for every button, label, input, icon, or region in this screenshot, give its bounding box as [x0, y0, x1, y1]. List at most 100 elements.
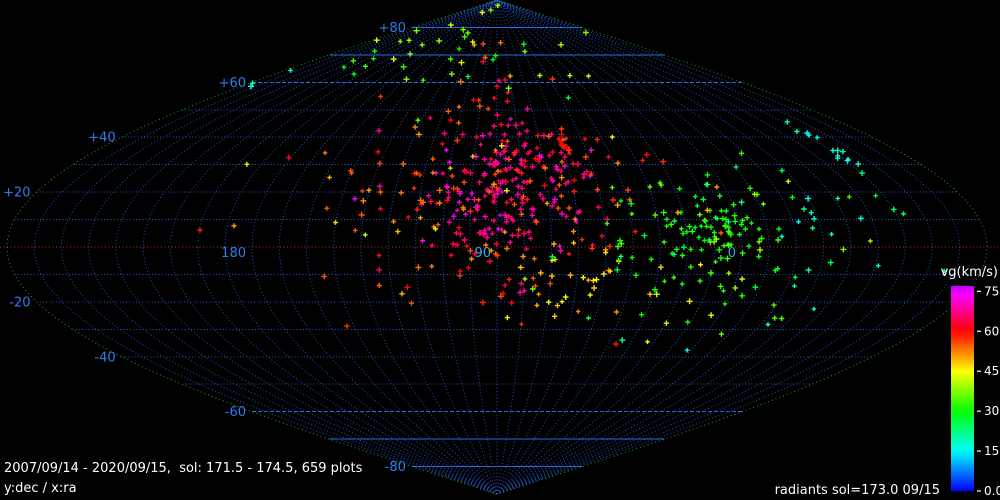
radiant-point — [582, 154, 589, 160]
radiant-point — [564, 214, 569, 219]
radiant-sky-map: +80+60+40+20-20-40-60-8018090027075.060.… — [0, 0, 1000, 500]
radiant-point — [717, 193, 723, 199]
radiant-point — [647, 291, 653, 297]
radiant-point — [476, 103, 483, 110]
radiant-point — [613, 309, 620, 315]
radiant-point — [464, 243, 470, 249]
radiant-point — [565, 95, 571, 101]
radiant-point — [641, 232, 648, 239]
radiant-point — [700, 196, 707, 203]
radiant-point — [664, 216, 670, 222]
radiant-point — [360, 197, 367, 204]
dec-axis-label: +40 — [88, 131, 115, 146]
radiant-point — [604, 221, 610, 226]
radiant-point — [779, 167, 785, 174]
grid-meridian — [496, 0, 661, 495]
radiant-point — [509, 300, 515, 306]
radiant-point — [684, 347, 690, 353]
dec-axis-label: +20 — [3, 186, 30, 201]
radiant-point — [660, 209, 667, 216]
radiant-point — [430, 170, 436, 176]
radiant-point — [536, 292, 541, 297]
radiant-point — [448, 252, 454, 258]
radiant-point — [426, 193, 432, 199]
radiant-point — [443, 183, 450, 190]
radiant-point — [413, 27, 420, 34]
dec-axis-label: -20 — [9, 295, 30, 310]
radiant-point — [855, 161, 861, 167]
radiant-point — [615, 160, 621, 166]
radiant-point — [679, 281, 685, 287]
radiant-point — [723, 208, 729, 214]
radiant-point — [376, 128, 382, 134]
radiant-point — [708, 224, 714, 230]
radiant-point — [497, 212, 503, 218]
radiant-point — [435, 222, 441, 227]
radiant-point — [529, 286, 536, 292]
radiant-point — [519, 120, 525, 126]
radiant-point — [463, 212, 468, 217]
radiant-point — [288, 68, 293, 73]
radiant-point — [610, 185, 615, 190]
radiant-point — [554, 303, 560, 309]
radiant-point — [324, 205, 330, 211]
radiant-point — [450, 241, 456, 247]
radiant-point — [643, 151, 650, 158]
colorbar-tick-label: 45.0 — [984, 364, 1000, 378]
radiant-point — [749, 220, 754, 226]
radiant-point — [661, 239, 667, 245]
radiant-point — [811, 216, 817, 222]
radiant-point — [606, 154, 611, 160]
radiant-point — [604, 216, 610, 222]
radiant-point — [739, 276, 745, 282]
radiant-point — [395, 228, 401, 235]
radiant-point — [486, 226, 492, 232]
radiant-point — [663, 320, 670, 326]
radiant-point — [504, 200, 510, 206]
radiant-point — [244, 161, 250, 167]
radiant-point — [372, 48, 378, 54]
radiant-point — [507, 73, 513, 79]
radiant-point — [789, 194, 795, 200]
radiant-point — [571, 188, 578, 195]
radiant-point — [466, 265, 471, 271]
radiant-point — [537, 72, 543, 79]
radiant-point — [529, 212, 535, 218]
radiant-point — [482, 213, 488, 220]
radiant-point — [601, 271, 607, 277]
radiant-point — [412, 186, 417, 191]
radiant-point — [739, 250, 746, 256]
radiant-point — [541, 182, 548, 189]
radiant-point — [445, 108, 452, 115]
radiant-point — [518, 206, 524, 213]
radiant-point — [375, 149, 381, 155]
radiant-point — [457, 272, 463, 279]
radiant-point — [617, 237, 624, 244]
radiant-point — [506, 277, 512, 282]
radiant-point — [744, 215, 750, 221]
radiant-point — [591, 285, 598, 291]
radiant-point — [502, 282, 508, 288]
radiant-point — [448, 166, 453, 171]
radiant-point — [520, 253, 526, 260]
radiant-point — [494, 111, 501, 118]
radiant-point — [562, 294, 569, 300]
radiant-point — [358, 211, 365, 218]
radiant-point — [444, 147, 449, 153]
radiant-point — [481, 156, 488, 162]
radiant-point — [693, 194, 698, 199]
radiant-point — [415, 264, 422, 271]
radiant-point — [519, 211, 524, 217]
radiant-point — [400, 63, 407, 70]
radiant-point — [518, 157, 525, 163]
dec-axis-label: -60 — [225, 405, 246, 420]
radiants-sol-label: radiants sol=173.0 09/15 — [774, 483, 940, 498]
radiant-point — [619, 337, 626, 344]
radiant-point — [685, 319, 691, 325]
radiant-point — [580, 274, 586, 281]
radiant-point — [570, 161, 576, 167]
radiant-point — [399, 291, 405, 297]
radiant-point — [796, 219, 801, 225]
radiant-point — [507, 239, 513, 245]
radiant-point — [556, 182, 562, 188]
